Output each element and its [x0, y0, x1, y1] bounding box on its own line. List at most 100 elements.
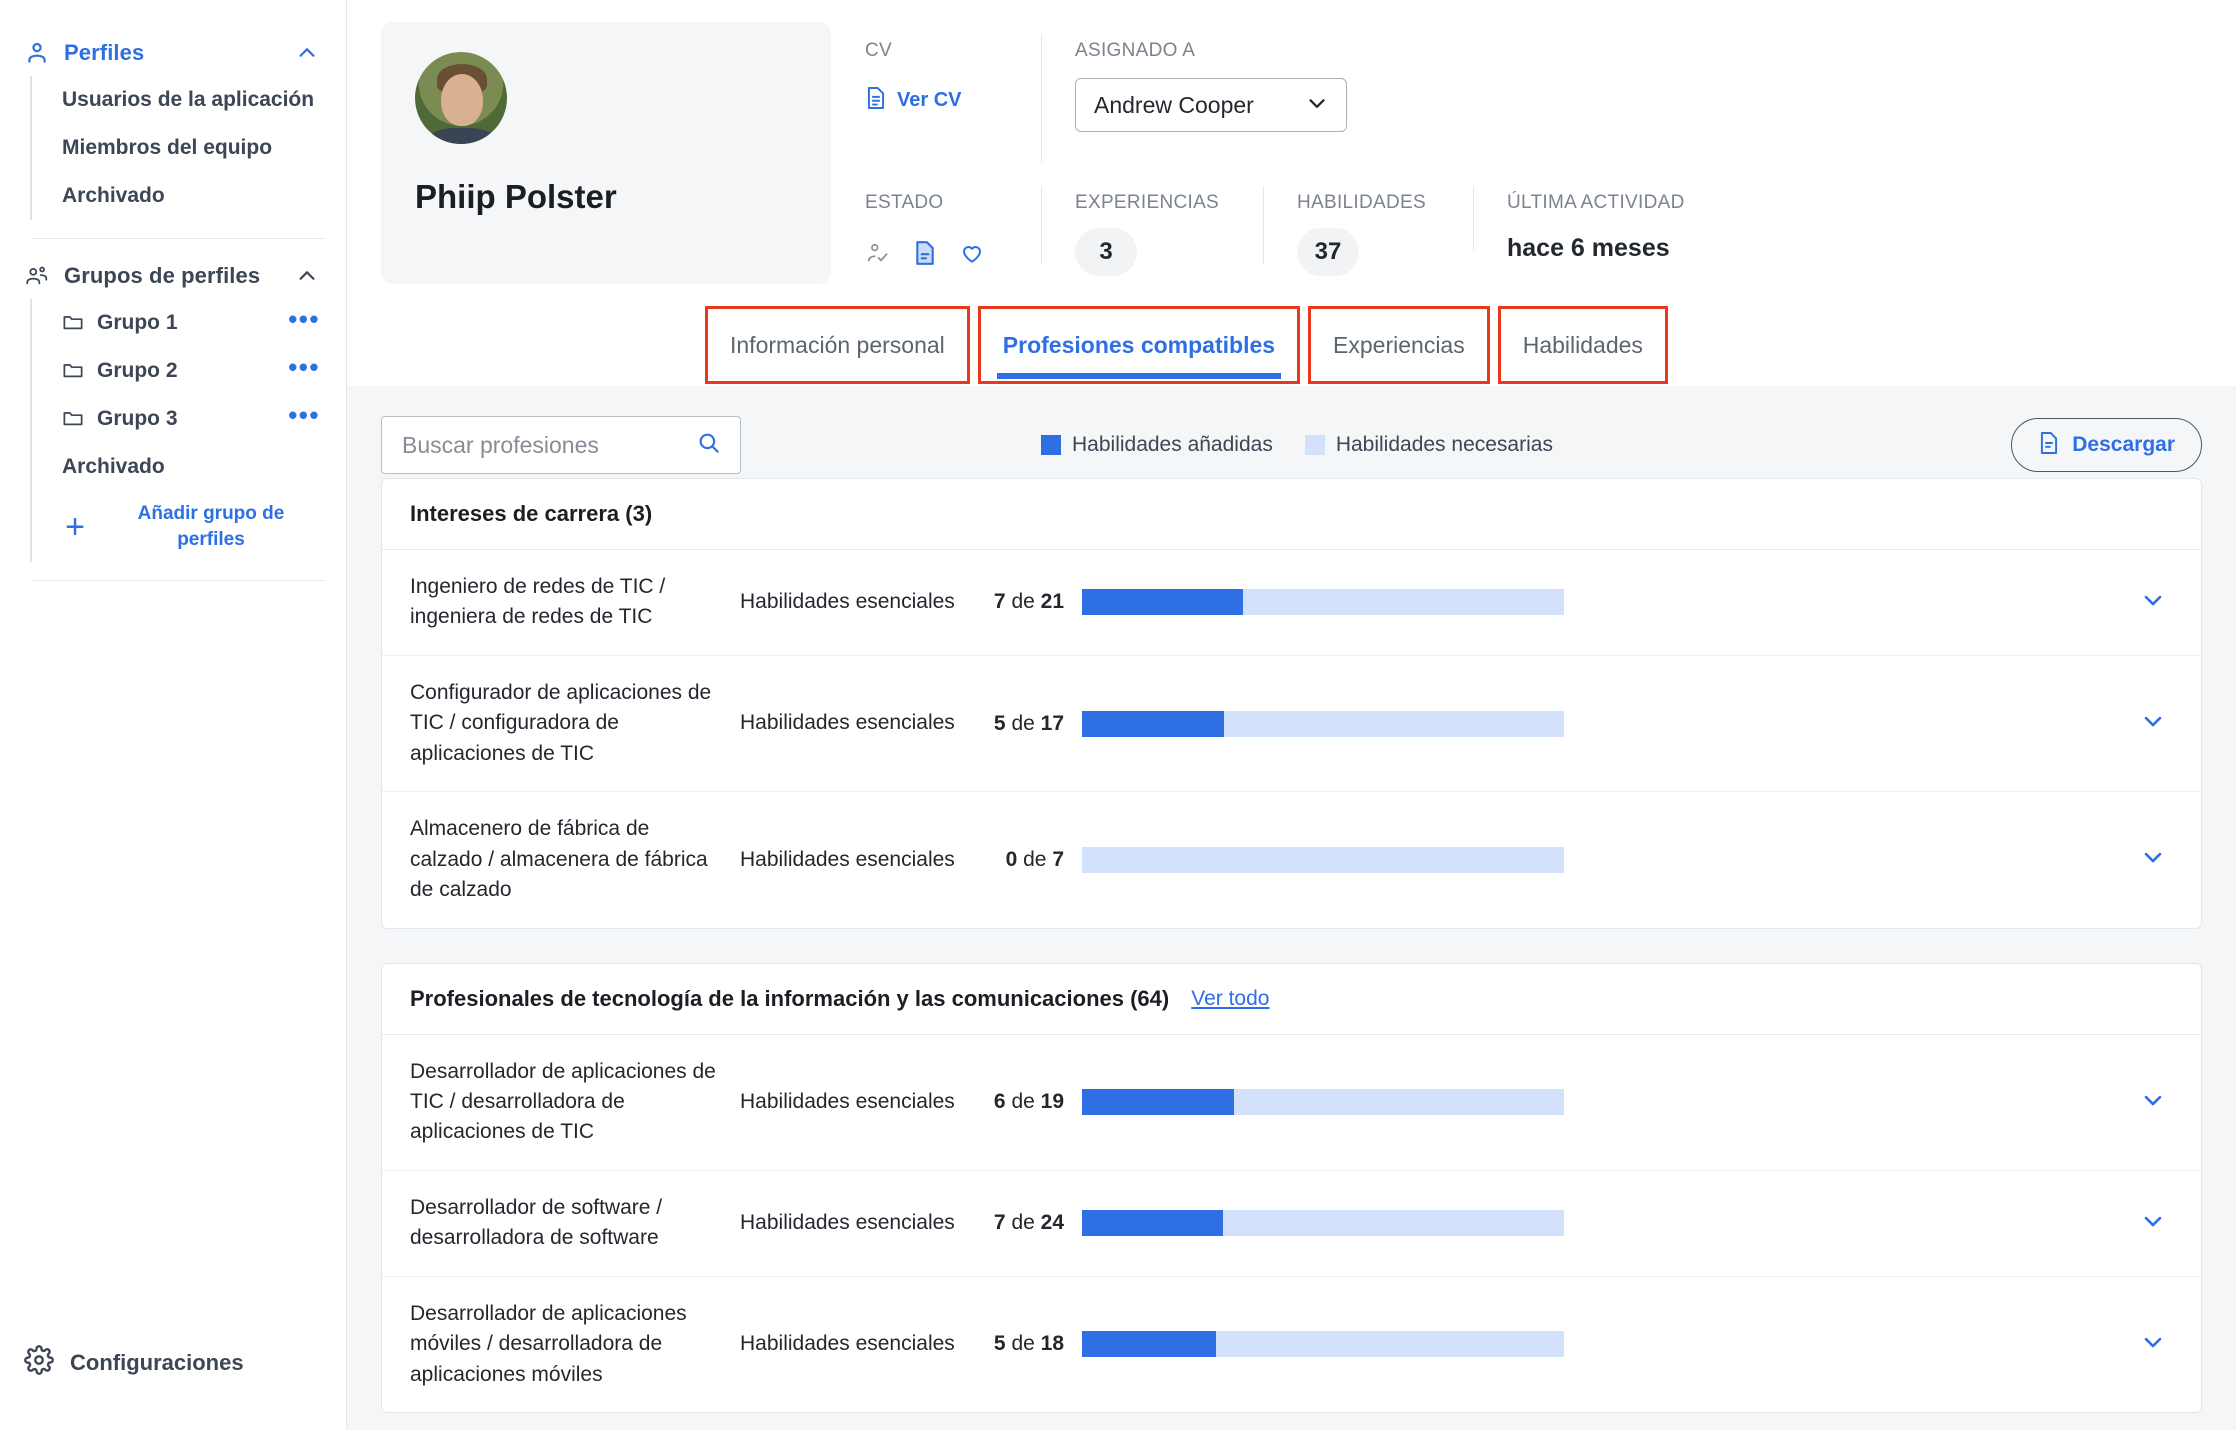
sidebar-item-grupo-3[interactable]: Grupo 3 •••: [32, 395, 346, 443]
download-document-icon: [2038, 431, 2060, 460]
skill-bar-fill: [1082, 710, 1224, 737]
more-options-icon[interactable]: •••: [288, 306, 320, 334]
expand-row-button[interactable]: [2139, 843, 2173, 876]
expand-row-button[interactable]: [2139, 1328, 2173, 1361]
signature-icon[interactable]: [865, 240, 891, 271]
tab-label: Información personal: [730, 331, 945, 358]
sidebar-profiles-children: Usuarios de la aplicación Miembros del e…: [30, 76, 346, 220]
card-header: Profesionales de tecnología de la inform…: [382, 964, 2201, 1035]
profession-name: Desarrollador de aplicaciones móviles / …: [410, 1301, 687, 1386]
view-cv-link[interactable]: Ver CV: [865, 86, 1041, 115]
legend-item-added: Habilidades añadidas: [1041, 433, 1273, 457]
profession-name: Desarrollador de software / desarrollado…: [410, 1195, 663, 1250]
legend-swatch-added: [1041, 435, 1061, 455]
add-profile-group-label: Añadir grupo de perfiles: [137, 503, 285, 550]
sidebar-item-configuraciones[interactable]: Configuraciones: [0, 1335, 346, 1390]
ultima-actividad-label: ÚLTIMA ACTIVIDAD: [1507, 192, 1685, 213]
sidebar-divider-bottom: [32, 580, 326, 582]
chevron-down-icon[interactable]: [1304, 90, 1330, 121]
sidebar-item-label: Archivado: [62, 455, 165, 478]
expand-row-button[interactable]: [2139, 1207, 2173, 1240]
habilidades-value: 37: [1297, 228, 1359, 276]
card-title: Intereses de carrera (3): [410, 501, 653, 526]
chevron-up-icon[interactable]: [296, 42, 318, 64]
tab-label: Habilidades: [1522, 331, 1643, 358]
table-row[interactable]: Desarrollador de aplicaciones de TIC / d…: [382, 1035, 2201, 1171]
person-icon: [24, 40, 50, 66]
skill-bar-fill: [1082, 1210, 1223, 1237]
sidebar-label-configuraciones: Configuraciones: [70, 1349, 244, 1375]
table-row[interactable]: Almacenero de fábrica de calzado / almac…: [382, 792, 2201, 927]
add-profile-group-button[interactable]: + Añadir grupo de perfiles: [32, 491, 346, 562]
sidebar-header-profiles[interactable]: Perfiles: [0, 30, 346, 76]
tab-habilidades[interactable]: Habilidades: [1497, 306, 1668, 384]
table-row[interactable]: Desarrollador de aplicaciones móviles / …: [382, 1277, 2201, 1412]
experiencias-value: 3: [1075, 228, 1137, 276]
expand-row-button[interactable]: [2139, 707, 2173, 740]
sidebar-item-usuarios-aplicacion[interactable]: Usuarios de la aplicación: [32, 76, 346, 124]
cv-cell: CV Ver CV: [831, 22, 1041, 174]
more-options-icon[interactable]: •••: [288, 402, 320, 430]
table-row[interactable]: Configurador de aplicaciones de TIC / co…: [382, 656, 2201, 793]
sidebar-divider: [32, 238, 326, 239]
profession-name: Desarrollador de aplicaciones de TIC / d…: [410, 1059, 716, 1144]
folder-icon: [62, 312, 84, 334]
document-icon: [865, 86, 887, 115]
profile-meta-row-bottom: ESTADO EXPERIENCIAS 3 HABILIDADES 37 ÚLT…: [831, 174, 2202, 276]
skill-count: 0 de 7: [1005, 847, 1064, 871]
legend-item-needed: Habilidades necesarias: [1304, 433, 1553, 457]
sidebar-header-groups[interactable]: Grupos de perfiles: [0, 253, 346, 299]
skill-bar: [1082, 710, 1564, 737]
chart-legend: Habilidades añadidas Habilidades necesar…: [1041, 433, 1571, 457]
profile-meta: CV Ver CV ASIGNADO A Andrew Cooper ESTAD…: [831, 22, 2202, 276]
sidebar-item-miembros-equipo[interactable]: Miembros del equipo: [32, 124, 346, 172]
tab-experiencias[interactable]: Experiencias: [1308, 306, 1490, 384]
expand-row-button[interactable]: [2139, 1086, 2173, 1119]
profile-header: Phiip Polster CV Ver CV ASIGNADO A Andre…: [347, 0, 2236, 284]
content-area: Habilidades añadidas Habilidades necesar…: [347, 386, 2236, 1430]
heart-icon[interactable]: [959, 240, 985, 271]
skill-count: 7 de 24: [993, 1211, 1064, 1235]
skill-bar: [1082, 1210, 1564, 1237]
sidebar-item-label: Usuarios de la aplicación: [62, 88, 315, 111]
estado-cell: ESTADO: [831, 174, 1041, 271]
sidebar-section-profiles: Perfiles Usuarios de la aplicación Miemb…: [0, 30, 346, 220]
assigned-value: Andrew Cooper: [1094, 91, 1254, 118]
app-root: Perfiles Usuarios de la aplicación Miemb…: [0, 0, 2236, 1430]
sidebar-label-groups: Grupos de perfiles: [64, 263, 261, 288]
sidebar-item-groups-archivado[interactable]: Archivado: [32, 443, 346, 491]
search-icon[interactable]: [696, 430, 722, 461]
assigned-label: ASIGNADO A: [1075, 40, 1196, 61]
table-row[interactable]: Ingeniero de redes de TIC / ingeniera de…: [382, 550, 2201, 656]
profession-name: Ingeniero de redes de TIC / ingeniera de…: [410, 575, 666, 629]
sidebar-item-archivado[interactable]: Archivado: [32, 172, 346, 220]
chevron-up-icon[interactable]: [296, 265, 318, 287]
assigned-select[interactable]: Andrew Cooper: [1075, 78, 1347, 132]
sidebar-item-grupo-1[interactable]: Grupo 1 •••: [32, 299, 346, 347]
sidebar-label-profiles: Perfiles: [64, 40, 145, 65]
main-panel: Phiip Polster CV Ver CV ASIGNADO A Andre…: [347, 0, 2236, 1430]
sidebar-item-label: Grupo 1: [97, 311, 178, 334]
search-input[interactable]: [402, 431, 682, 459]
expand-row-button[interactable]: [2139, 586, 2173, 619]
sidebar-groups-children: Grupo 1 ••• Grupo 2 ••• Grupo 3 ••• Arch…: [30, 299, 346, 563]
sidebar-item-label: Archivado: [62, 184, 165, 207]
tab-informacion-personal[interactable]: Información personal: [705, 306, 970, 384]
skill-type: Habilidades esenciales: [740, 711, 955, 735]
cv-document-icon[interactable]: [913, 240, 937, 271]
skill-type: Habilidades esenciales: [740, 847, 955, 871]
plus-icon: +: [65, 507, 85, 546]
skill-bar: [1082, 589, 1564, 616]
sidebar-item-grupo-2[interactable]: Grupo 2 •••: [32, 347, 346, 395]
see-all-link[interactable]: Ver todo: [1191, 987, 1269, 1011]
experiencias-label: EXPERIENCIAS: [1075, 192, 1220, 213]
search-box[interactable]: [381, 416, 741, 474]
table-row[interactable]: Desarrollador de software / desarrollado…: [382, 1171, 2201, 1277]
more-options-icon[interactable]: •••: [288, 354, 320, 382]
skill-count: 5 de 18: [993, 1332, 1064, 1356]
tab-active-underline: [996, 373, 1282, 379]
tab-profesiones-compatibles[interactable]: Profesiones compatibles: [977, 306, 1301, 384]
skill-type: Habilidades esenciales: [740, 590, 955, 614]
content-toolbar: Habilidades añadidas Habilidades necesar…: [381, 412, 2202, 478]
download-button[interactable]: Descargar: [2011, 418, 2202, 472]
